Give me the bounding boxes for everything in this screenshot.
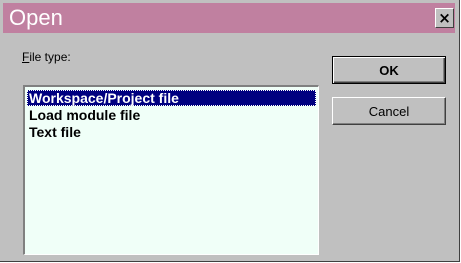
window-title: Open — [9, 5, 63, 30]
file-type-label-text: ile type: — [29, 50, 71, 64]
close-button[interactable]: × — [435, 8, 454, 28]
close-icon: × — [438, 9, 451, 27]
cancel-button[interactable]: Cancel — [332, 97, 446, 125]
list-item-workspace-project-file[interactable]: Workspace/Project file — [27, 90, 316, 106]
open-dialog: Open × File type: Workspace/Project file… — [0, 0, 460, 262]
list-item-load-module-file[interactable]: Load module file — [27, 107, 142, 123]
file-type-listbox[interactable]: Workspace/Project file Load module file … — [23, 85, 319, 255]
file-type-label: File type: — [22, 50, 71, 64]
ok-button[interactable]: OK — [332, 56, 446, 84]
list-item-text-file[interactable]: Text file — [27, 124, 83, 140]
title-bar[interactable]: Open × — [3, 3, 455, 33]
